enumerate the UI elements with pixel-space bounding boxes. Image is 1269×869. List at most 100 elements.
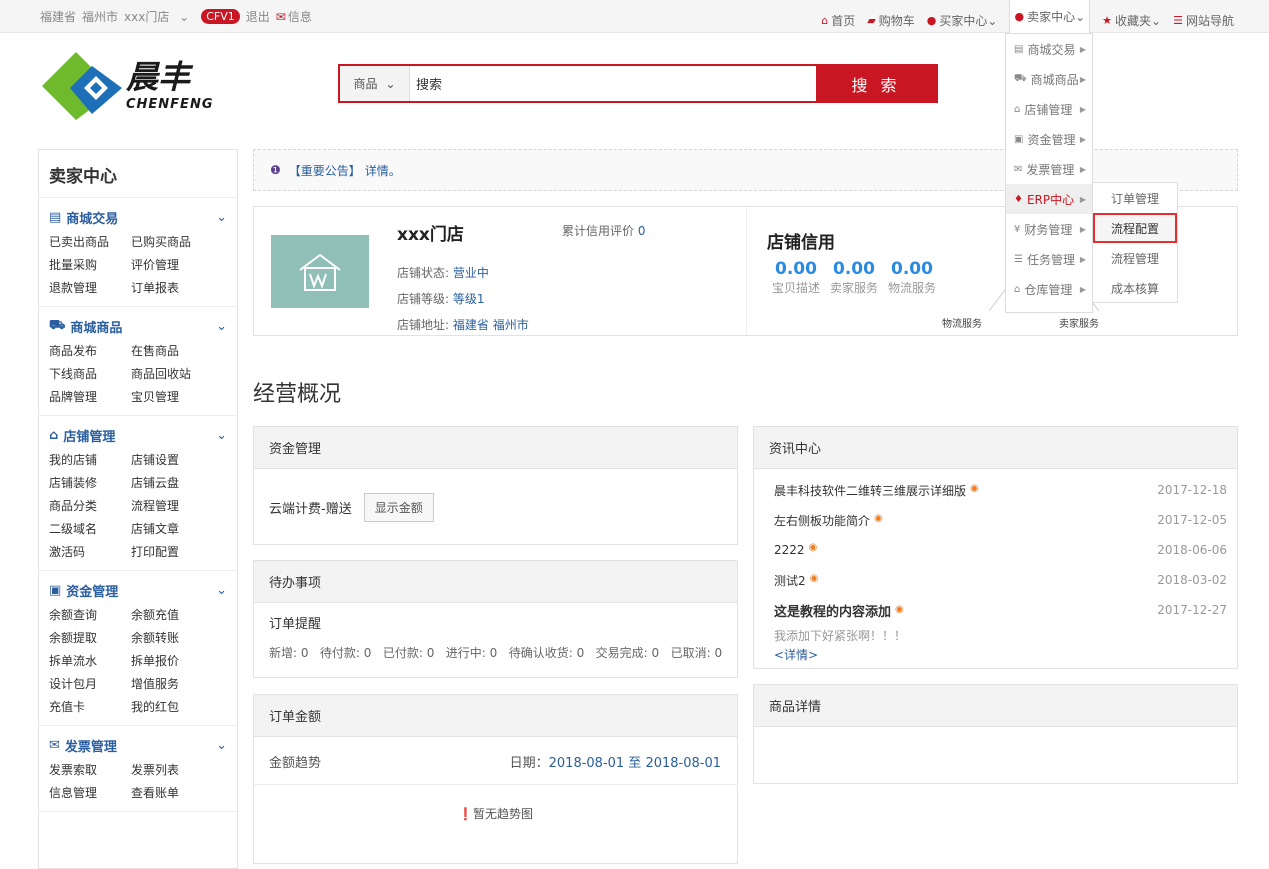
news-item[interactable]: 这是教程的内容添加 ◉ 2017-12-27 — [754, 595, 1237, 625]
sidebar-link[interactable]: 宝贝管理 — [131, 388, 213, 405]
sidebar-link[interactable]: 余额查询 — [49, 606, 131, 623]
seller-center-dropdown: ▤ 商城交易 ▶ ⛟ 商城商品 ▶ ⌂ 店铺管理 ▶ ▣ 资金管理 ▶ ✉ 发票管理 ▶ ♦ ERP中心 ▶ ¥ 财务… — [1005, 33, 1093, 313]
sidebar-link[interactable]: 二级域名 — [49, 520, 131, 537]
sidebar-link[interactable]: 我的红包 — [131, 698, 213, 715]
show-amount-button[interactable]: 显示金额 — [363, 493, 434, 522]
credit-scores: 0.00 宝贝描述 0.00 卖家服务 0.00 物流服务 — [767, 259, 941, 296]
sidebar-link[interactable]: 激活码 — [49, 543, 131, 560]
news-detail-link[interactable]: <详情> — [754, 644, 1237, 663]
dropdown-item-label: 商城商品 — [1030, 72, 1079, 87]
sidebar-group-header[interactable]: ▣ 资金管理 ⌄ — [49, 581, 227, 600]
sidebar-link[interactable]: 信息管理 — [49, 784, 131, 801]
credit-score-value: 0.00 — [891, 259, 933, 279]
logout-link[interactable]: 退出 — [246, 8, 270, 25]
sidebar-link[interactable]: 设计包月 — [49, 675, 131, 692]
sidebar-link[interactable]: 退款管理 — [49, 279, 131, 296]
news-item[interactable]: 左右侧板功能简介 ◉ 2017-12-05 — [754, 505, 1237, 535]
news-title-text: 测试2 — [774, 573, 806, 588]
rss-icon: ◉ — [874, 512, 883, 524]
chevron-right-icon: ▶ — [1079, 164, 1086, 174]
sidebar-link[interactable]: 店铺文章 — [131, 520, 213, 537]
sidebar-link[interactable]: 余额充值 — [131, 606, 213, 623]
site-logo[interactable]: 晨丰 CHENFENG — [40, 48, 230, 120]
news-item[interactable]: 晨丰科技软件二维转三维展示详细版 ◉ 2017-12-18 — [754, 475, 1237, 505]
sidebar-link[interactable]: 增值服务 — [131, 675, 213, 692]
store-switch[interactable]: xxx门店 ⌄ — [124, 8, 195, 25]
dropdown-item[interactable]: ⌂ 店铺管理 ▶ — [1006, 94, 1092, 124]
sidebar-link[interactable]: 拆单报价 — [131, 652, 213, 669]
sidebar-group: ✉ 发票管理 ⌄ 发票索取 发票列表 信息管理 查看账单 — [39, 726, 237, 812]
menu-item-icon: ♦ — [1014, 193, 1023, 205]
order-stats: 新增: 0 待付款: 0 已付款: 0 进行中: 0 待确认收货: 0 交易完成… — [269, 646, 723, 660]
sidebar-group: ▤ 商城交易 ⌄ 已卖出商品 已购买商品 批量采购 评价管理 退款管理 订单报表 — [39, 198, 237, 307]
search-input[interactable]: 搜索 — [410, 66, 816, 101]
announcement-detail-link[interactable]: 详情。 — [365, 162, 401, 179]
news-item[interactable]: 2222 ◉ 2018-06-06 — [754, 535, 1237, 565]
submenu-item[interactable]: 流程配置 — [1093, 213, 1177, 243]
sidebar-link[interactable]: 流程管理 — [131, 497, 213, 514]
dropdown-item[interactable]: ▣ 资金管理 ▶ — [1006, 124, 1092, 154]
sidebar-link[interactable]: 在售商品 — [131, 342, 213, 359]
sidebar-link[interactable]: 我的店铺 — [49, 451, 131, 468]
sidebar-link[interactable]: 已卖出商品 — [49, 233, 131, 250]
chart-label-seller: 卖家服务 — [1059, 319, 1099, 330]
home-link[interactable]: ⌂ 首页 — [821, 12, 855, 29]
news-title-text: 2222 — [774, 543, 805, 557]
sidebar-link[interactable]: 订单报表 — [131, 279, 213, 296]
user-icon: ● — [1014, 10, 1025, 23]
sidebar-link[interactable]: 打印配置 — [131, 543, 213, 560]
submenu-item[interactable]: 成本核算 — [1093, 273, 1177, 303]
seller-center-menu[interactable]: ● 卖家中心 ⌄ — [1009, 0, 1091, 33]
chevron-right-icon: ▶ — [1079, 284, 1086, 294]
site-nav-label: 网站导航 — [1185, 14, 1234, 28]
sidebar-link[interactable]: 发票索取 — [49, 761, 131, 778]
sidebar-link[interactable]: 店铺云盘 — [131, 474, 213, 491]
sidebar-link[interactable]: 充值卡 — [49, 698, 131, 715]
news-item[interactable]: 测试2 ◉ 2018-03-02 — [754, 565, 1237, 595]
dropdown-item-label: 财务管理 — [1024, 222, 1073, 237]
date-range[interactable]: 日期：2018-08-01 至 2018-08-01 — [510, 752, 721, 771]
sidebar-link[interactable]: 店铺装修 — [49, 474, 131, 491]
cart-link[interactable]: ▰ 购物车 — [867, 12, 914, 29]
dropdown-item[interactable]: ▤ 商城交易 ▶ — [1006, 34, 1092, 64]
news-panel-title: 资讯中心 — [754, 427, 1237, 469]
dropdown-item[interactable]: ✉ 发票管理 ▶ — [1006, 154, 1092, 184]
dropdown-item[interactable]: ⌂ 仓库管理 ▶ — [1006, 274, 1092, 304]
sidebar-link[interactable]: 批量采购 — [49, 256, 131, 273]
sidebar-group-header[interactable]: ▤ 商城交易 ⌄ — [49, 208, 227, 227]
site-nav-menu[interactable]: ☰ 网站导航 — [1173, 12, 1234, 29]
sidebar-link[interactable]: 余额转账 — [131, 629, 213, 646]
sidebar-link[interactable]: 拆单流水 — [49, 652, 131, 669]
sidebar-link[interactable]: 商品回收站 — [131, 365, 213, 382]
dropdown-item[interactable]: ⛟ 商城商品 ▶ — [1006, 64, 1092, 94]
menu-item-icon: ▤ — [1014, 43, 1024, 55]
sidebar-link[interactable]: 已购买商品 — [131, 233, 213, 250]
message-link[interactable]: 信息 — [288, 8, 312, 25]
sidebar-link[interactable]: 商品分类 — [49, 497, 131, 514]
chevron-right-icon: ▶ — [1079, 74, 1086, 84]
sidebar-link[interactable]: 评价管理 — [131, 256, 213, 273]
sidebar-group: ⛟ 商城商品 ⌄ 商品发布 在售商品 下线商品 商品回收站 品牌管理 宝贝管理 — [39, 307, 237, 416]
sidebar-group-header[interactable]: ⛟ 商城商品 ⌄ — [49, 317, 227, 336]
search-category-select[interactable]: 商品 ⌄ — [340, 66, 410, 101]
sidebar-link[interactable]: 店铺设置 — [131, 451, 213, 468]
sidebar-link[interactable]: 品牌管理 — [49, 388, 131, 405]
dropdown-item[interactable]: ♦ ERP中心 ▶ — [1006, 184, 1092, 214]
product-detail-panel: 商品详情 — [753, 684, 1238, 784]
sidebar-link[interactable]: 发票列表 — [131, 761, 213, 778]
sidebar-link[interactable]: 下线商品 — [49, 365, 131, 382]
favorites-menu[interactable]: ★ 收藏夹 ⌄ — [1102, 12, 1161, 29]
submenu-item[interactable]: 订单管理 — [1093, 183, 1177, 213]
dropdown-item[interactable]: ☰ 任务管理 ▶ — [1006, 244, 1092, 274]
status-value: 营业中 — [452, 266, 489, 280]
submenu-item[interactable]: 流程管理 — [1093, 243, 1177, 273]
search-button[interactable]: 搜 索 — [816, 66, 936, 101]
dropdown-item[interactable]: ¥ 财务管理 ▶ — [1006, 214, 1092, 244]
sidebar-group-header[interactable]: ⌂ 店铺管理 ⌄ — [49, 426, 227, 445]
sidebar-link[interactable]: 商品发布 — [49, 342, 131, 359]
sidebar-group-header[interactable]: ✉ 发票管理 ⌄ — [49, 736, 227, 755]
sidebar-link[interactable]: 余额提取 — [49, 629, 131, 646]
sidebar-link[interactable]: 查看账单 — [131, 784, 213, 801]
funds-panel-title: 资金管理 — [254, 427, 737, 469]
buyer-center-menu[interactable]: ● 买家中心 ⌄ — [927, 12, 998, 29]
